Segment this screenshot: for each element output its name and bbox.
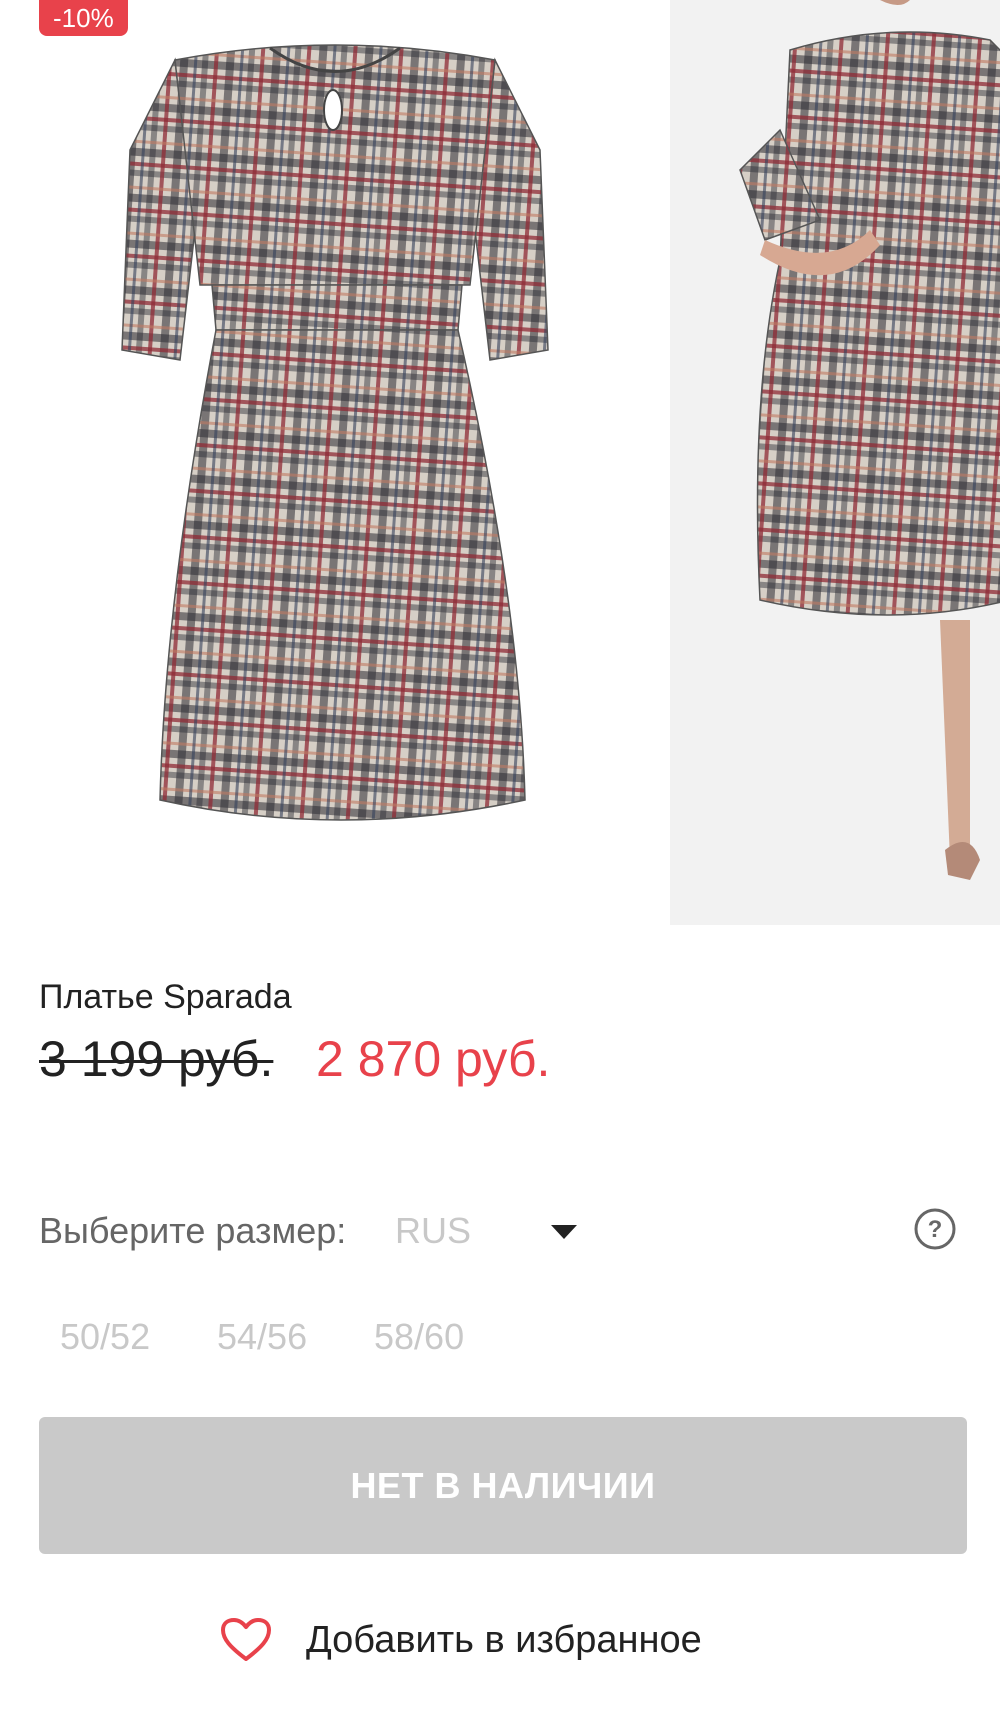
caret-down-icon[interactable] [551, 1225, 577, 1239]
size-system-dropdown[interactable]: RUS [395, 1210, 471, 1252]
size-option[interactable]: 58/60 [374, 1316, 464, 1358]
product-photo-model[interactable] [670, 0, 1000, 925]
price-original: 3 199 руб. [39, 1031, 274, 1087]
question-circle-icon[interactable]: ? [914, 1208, 956, 1250]
price-discounted: 2 870 руб. [316, 1031, 551, 1087]
size-option[interactable]: 50/52 [60, 1316, 150, 1358]
dress-image [121, 44, 549, 821]
model-image [670, 0, 1000, 925]
svg-text:?: ? [928, 1216, 943, 1243]
add-to-favorites-label: Добавить в избранное [306, 1618, 702, 1661]
product-image-gallery[interactable]: -10% [0, 0, 1000, 925]
discount-badge: -10% [39, 0, 128, 36]
out-of-stock-button[interactable]: НЕТ В НАЛИЧИИ [39, 1417, 967, 1554]
product-photo-main[interactable] [0, 0, 660, 925]
product-title: Платье Sparada [39, 978, 292, 1016]
heart-outline-icon [221, 1618, 271, 1661]
add-to-favorites-button[interactable]: Добавить в избранное [220, 1612, 702, 1668]
size-selector-label: Выберите размер: [39, 1210, 347, 1251]
size-option[interactable]: 54/56 [217, 1316, 307, 1358]
